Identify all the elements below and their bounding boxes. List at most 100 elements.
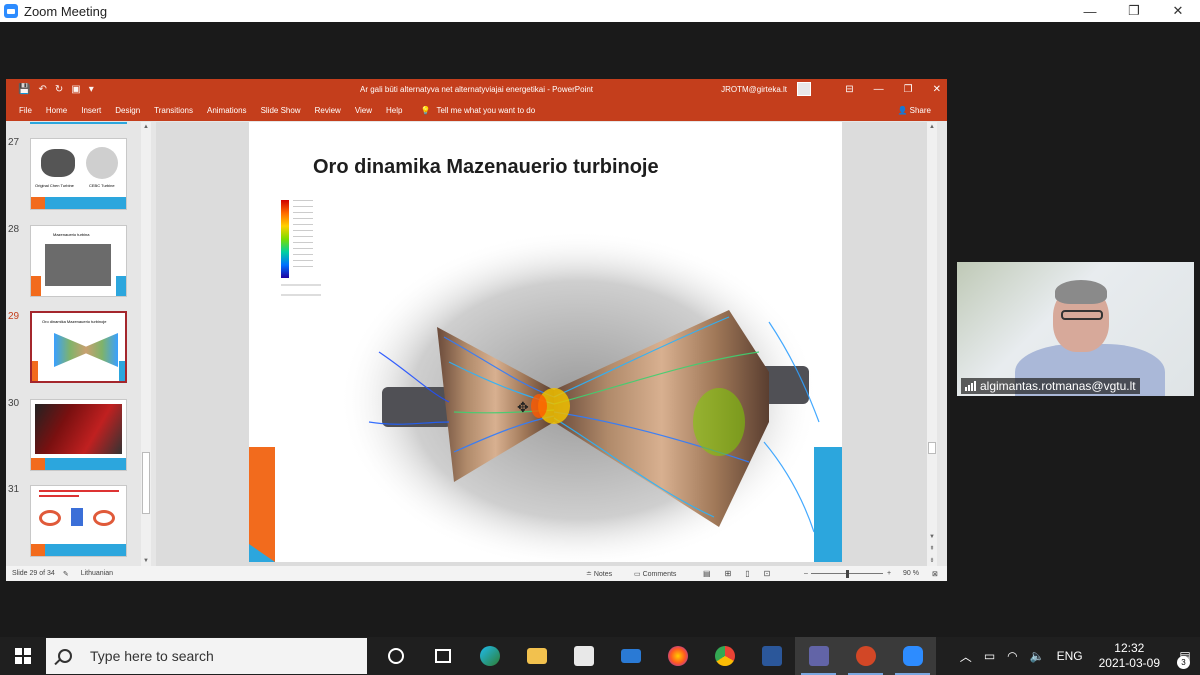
ppt-close-button[interactable]: ✕ — [933, 84, 941, 95]
scroll-up-icon[interactable]: ▲ — [142, 122, 150, 132]
windows-start-icon[interactable] — [0, 637, 46, 675]
slide-sorter-icon[interactable]: ⊞ — [725, 569, 732, 578]
ppt-titlebar: 💾 ↶ ↻ ▣ ▾ Ar gali būti alternatyva net a… — [6, 79, 947, 99]
spellcheck-icon[interactable]: ✎ — [63, 570, 69, 578]
thumb-number-27: 27 — [8, 137, 20, 148]
thumb-caption: Oro dinamika Mazenauerio turbinoje — [42, 319, 107, 324]
system-tray: ︿ ▭ ◠ 🔈 ENG 12:32 2021-03-09 ▤ 3 — [954, 637, 1200, 675]
zoom-slider-knob[interactable] — [846, 570, 849, 578]
word-icon[interactable] — [748, 637, 795, 675]
ppt-restore-button[interactable]: ❐ — [904, 84, 913, 95]
zoom-level[interactable]: 90 % — [903, 570, 919, 577]
thumb-prev-edge — [30, 122, 127, 124]
thumbnail-scrollbar[interactable]: ▲ ▼ — [141, 122, 151, 566]
edge-icon[interactable] — [466, 637, 513, 675]
tab-review[interactable]: Review — [315, 106, 341, 115]
tab-slide-show[interactable]: Slide Show — [261, 106, 301, 115]
thumb-footer — [31, 544, 45, 556]
battery-icon[interactable]: ▭ — [984, 649, 995, 663]
signal-strength-icon — [965, 381, 976, 391]
thumb-footer — [31, 276, 41, 296]
prev-slide-icon[interactable]: ⇞ — [928, 544, 936, 554]
thumb-number-29: 29 — [8, 311, 20, 322]
notification-badge: 3 — [1177, 656, 1190, 669]
thumb-footer — [31, 544, 126, 556]
scroll-down-icon[interactable]: ▼ — [928, 532, 936, 542]
thumbnail-30[interactable] — [30, 399, 127, 471]
move-cursor-icon: ✥ — [517, 400, 529, 416]
tab-transitions[interactable]: Transitions — [154, 106, 193, 115]
close-button[interactable]: ✕ — [1156, 0, 1200, 22]
tab-animations[interactable]: Animations — [207, 106, 247, 115]
thumbnail-27[interactable]: Original Chen Turbine CEBC Turbine — [30, 138, 127, 210]
chrome-icon[interactable] — [701, 637, 748, 675]
store-icon[interactable] — [560, 637, 607, 675]
firefox-icon[interactable] — [654, 637, 701, 675]
teams-icon[interactable] — [795, 637, 842, 675]
tell-me-search[interactable]: Tell me what you want to do — [436, 106, 535, 115]
thumb-number-28: 28 — [8, 224, 20, 235]
zoom-in-icon[interactable]: + — [887, 570, 891, 577]
clock-date: 2021-03-09 — [1098, 656, 1160, 670]
thumb-text-line — [39, 495, 79, 497]
thumbnail-28[interactable]: Mazenauerio turbina — [30, 225, 127, 297]
ribbon-display-icon[interactable]: ⊟ — [845, 84, 853, 95]
scroll-down-icon[interactable]: ▼ — [142, 556, 150, 566]
thumbnail-31[interactable] — [30, 485, 127, 557]
file-explorer-icon[interactable] — [513, 637, 560, 675]
clock[interactable]: 12:32 2021-03-09 — [1099, 641, 1160, 671]
powerpoint-window: 💾 ↶ ↻ ▣ ▾ Ar gali būti alternatyva net a… — [6, 79, 947, 581]
thumb-caption: CEBC Turbine — [89, 183, 115, 188]
mail-icon[interactable] — [607, 637, 654, 675]
ribbon-tabs: File Home Insert Design Transitions Anim… — [6, 99, 947, 121]
thumbnail-29[interactable]: Oro dinamika Mazenauerio turbinoje — [30, 311, 127, 383]
chevron-up-icon[interactable]: ︿ — [960, 648, 972, 665]
wifi-icon[interactable]: ◠ — [1007, 649, 1017, 663]
participant-video[interactable]: algimantas.rotmanas@vgtu.lt — [957, 262, 1194, 396]
language-indicator[interactable]: Lithuanian — [81, 570, 113, 577]
turbine-photo — [45, 244, 111, 286]
zoom-out-icon[interactable]: – — [804, 570, 808, 577]
normal-view-icon[interactable]: ▤ — [703, 569, 711, 578]
powerpoint-icon[interactable] — [842, 637, 889, 675]
slide-scroll-thumb[interactable] — [928, 442, 936, 454]
tab-design[interactable]: Design — [115, 106, 140, 115]
user-avatar[interactable] — [797, 82, 811, 96]
hotspot — [531, 394, 547, 418]
notification-center-icon[interactable]: ▤ 3 — [1170, 637, 1200, 675]
tab-help[interactable]: Help — [386, 106, 402, 115]
thumbnail-scroll-thumb[interactable] — [142, 452, 150, 514]
slide-scrollbar[interactable]: ▲ ▼ ⇞ ⇟ — [927, 122, 937, 566]
person-hair — [1055, 280, 1107, 304]
task-view-icon[interactable] — [419, 637, 466, 675]
tab-view[interactable]: View — [355, 106, 372, 115]
current-slide[interactable]: Oro dinamika Mazenauerio turbinoje ✥ — [249, 122, 842, 562]
slideshow-view-icon[interactable]: ⊡ — [764, 569, 771, 578]
search-placeholder: Type here to search — [90, 648, 214, 664]
ppt-user[interactable]: JROTM@girteka.lt — [721, 85, 787, 94]
tab-home[interactable]: Home — [46, 106, 67, 115]
maximize-button[interactable]: ❐ — [1112, 0, 1156, 22]
cortana-icon[interactable] — [372, 637, 419, 675]
next-slide-icon[interactable]: ⇟ — [928, 556, 936, 566]
scroll-up-icon[interactable]: ▲ — [928, 122, 936, 132]
window-controls: — ❐ ✕ — [1068, 0, 1200, 22]
zoom-app-icon[interactable] — [889, 637, 936, 675]
taskbar-search-box[interactable]: Type here to search — [46, 638, 367, 674]
slide-thumbnails: 27 Original Chen Turbine CEBC Turbine 28… — [6, 122, 156, 566]
fit-slide-icon[interactable]: ⊠ — [932, 570, 938, 578]
ppt-minimize-button[interactable]: — — [874, 84, 884, 95]
tab-file[interactable]: File — [19, 106, 32, 115]
tab-insert[interactable]: Insert — [81, 106, 101, 115]
zoom-titlebar: Zoom Meeting — ❐ ✕ — [0, 0, 1200, 22]
thumb-footer — [31, 197, 126, 209]
language-indicator[interactable]: ENG — [1057, 649, 1083, 663]
slide-editor: Oro dinamika Mazenauerio turbinoje ✥ ▲ ▼… — [156, 122, 937, 566]
volume-icon[interactable]: 🔈 — [1030, 649, 1045, 663]
notes-button[interactable]: ≐ Notes — [586, 570, 612, 578]
minimize-button[interactable]: — — [1068, 0, 1112, 22]
thumb-footer — [119, 361, 125, 381]
comments-button[interactable]: ▭ Comments — [634, 570, 676, 578]
reading-view-icon[interactable]: ▯ — [745, 569, 749, 578]
share-button[interactable]: 👤 Share — [897, 106, 931, 115]
